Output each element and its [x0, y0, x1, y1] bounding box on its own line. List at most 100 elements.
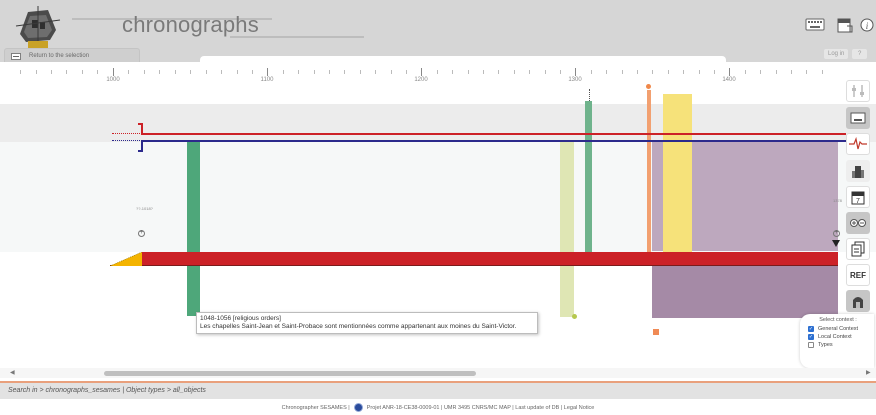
ruler-minor-tick	[760, 70, 761, 74]
ruler-minor-tick	[498, 70, 499, 74]
scroll-right-icon[interactable]: ▶	[866, 369, 871, 376]
types-checkbox[interactable]	[808, 342, 814, 348]
return-to-selection-tab[interactable]: Return to the selection	[4, 48, 140, 62]
ruler-minor-tick	[360, 70, 361, 74]
context-panel-title: Select context :	[819, 317, 857, 323]
return-to-selection-label: Return to the selection	[29, 52, 90, 59]
ruler-minor-tick	[97, 70, 98, 74]
lightgreen-period-bar[interactable]	[560, 141, 574, 317]
year-label: 1200	[414, 77, 428, 83]
ruler-minor-tick	[159, 70, 160, 74]
orange-period-bar[interactable]	[647, 90, 651, 254]
upper-band	[0, 104, 876, 142]
zoom-in-out-icon[interactable]	[846, 212, 870, 234]
end-triangle-marker	[832, 240, 840, 247]
scrollbar-thumb[interactable]	[104, 371, 476, 376]
help-link[interactable]: ?	[852, 49, 868, 59]
scroll-left-icon[interactable]: ◀	[10, 369, 15, 376]
ruler-minor-tick	[190, 70, 191, 74]
ruler-minor-tick	[344, 70, 345, 74]
tooltip-description: Les chapelles Saint-Jean et Saint-Probac…	[200, 323, 517, 330]
types-option[interactable]: Types	[808, 342, 870, 348]
local-context-checkbox[interactable]: ✓	[808, 334, 814, 340]
globe-icon[interactable]	[353, 403, 363, 412]
ruler-minor-tick	[175, 70, 176, 74]
purple-period-block-lower[interactable]	[652, 266, 838, 318]
navy-timeline-line[interactable]	[142, 140, 846, 142]
login-link[interactable]: Log in	[824, 49, 849, 59]
ruler-minor-tick	[806, 70, 807, 74]
religious-orders-bar[interactable]	[187, 141, 200, 316]
local-context-option[interactable]: ✓ Local Context	[808, 334, 870, 340]
ruler-minor-tick	[252, 70, 253, 74]
dotted-extension	[112, 133, 140, 134]
ref-label: REF	[850, 270, 866, 280]
building-icon[interactable]	[846, 160, 870, 182]
ruler-minor-tick	[437, 70, 438, 74]
yellow-period-block[interactable]	[663, 94, 692, 254]
keyboard-icon[interactable]	[804, 14, 826, 36]
breadcrumb: Search in > chronographs_sesames | Objec…	[8, 387, 206, 394]
calendar-export-icon[interactable]	[836, 14, 854, 36]
ruler-minor-tick	[791, 70, 792, 74]
orange-event-dot[interactable]	[646, 84, 651, 89]
ruler-minor-tick	[529, 70, 530, 74]
ref-button[interactable]: REF	[846, 264, 870, 286]
ruler-minor-tick	[668, 70, 669, 74]
ruler-minor-tick	[375, 70, 376, 74]
red-timeline-line[interactable]	[142, 133, 846, 135]
ruler-minor-tick	[406, 70, 407, 74]
yellow-wedge-marker	[110, 252, 143, 266]
main-red-band[interactable]	[142, 252, 838, 266]
castle-logo-icon[interactable]	[14, 6, 62, 50]
green-period-bar[interactable]	[585, 101, 592, 253]
ruler-minor-tick	[622, 70, 623, 74]
dotted-extension	[112, 140, 140, 141]
year-label: 1100	[260, 77, 274, 83]
local-context-label: Local Context	[818, 334, 852, 340]
ruler-minor-tick	[206, 70, 207, 74]
lightgreen-event-dot[interactable]	[572, 314, 577, 319]
ruler-minor-tick	[66, 70, 67, 74]
general-context-label: General Context	[818, 326, 859, 332]
sliders-icon[interactable]	[846, 80, 870, 102]
waveform-icon[interactable]	[846, 133, 870, 155]
app-header: chronographs i	[0, 0, 876, 48]
keyboard-small-icon	[11, 47, 21, 65]
zoom-plus-icon[interactable]: +	[138, 230, 145, 237]
main-red-band-edge	[110, 265, 838, 266]
ruler-minor-tick	[452, 70, 453, 74]
copy-document-icon[interactable]	[846, 238, 870, 260]
page-title: chronographs	[122, 12, 259, 37]
ruler-minor-tick	[776, 70, 777, 74]
ruler-minor-tick	[314, 70, 315, 74]
general-context-option[interactable]: ✓ General Context	[808, 326, 870, 332]
types-label: Types	[818, 342, 833, 348]
year-label: 1300	[568, 77, 582, 83]
ruler-minor-tick	[298, 70, 299, 74]
keyboard-tool-icon[interactable]	[846, 107, 870, 129]
ruler-minor-tick	[560, 70, 561, 74]
ruler-major-tick	[575, 68, 576, 76]
ruler-major-tick	[267, 68, 268, 76]
footer-project-info[interactable]: Projet ANR-18-CE38-0009-01 | UMR 3495 CN…	[367, 405, 595, 411]
ruler-minor-tick	[545, 70, 546, 74]
title-rule-bottom	[230, 36, 364, 38]
ruler-minor-tick	[683, 70, 684, 74]
dotted-marker	[589, 89, 590, 101]
ruler-major-tick	[421, 68, 422, 76]
general-context-checkbox[interactable]: ✓	[808, 326, 814, 332]
ruler-minor-tick	[391, 70, 392, 74]
zoom-plus-right-icon[interactable]: +	[833, 230, 840, 237]
chronograph-timeline[interactable]: 1000 1100 1200 1300 1400 ??-1018? 1378 +…	[0, 64, 876, 382]
year-label: 1000	[106, 77, 120, 83]
start-date-marker: ??-1018?	[136, 206, 153, 211]
info-icon[interactable]: i	[860, 14, 874, 36]
orange-event-square[interactable]	[652, 328, 660, 336]
monument-icon[interactable]	[846, 290, 870, 312]
calendar-day-label: 7	[856, 198, 860, 205]
ruler-minor-tick	[128, 70, 129, 74]
ruler-major-tick	[729, 68, 730, 76]
ruler-major-tick	[113, 68, 114, 76]
calendar-icon[interactable]: 7	[846, 186, 870, 208]
